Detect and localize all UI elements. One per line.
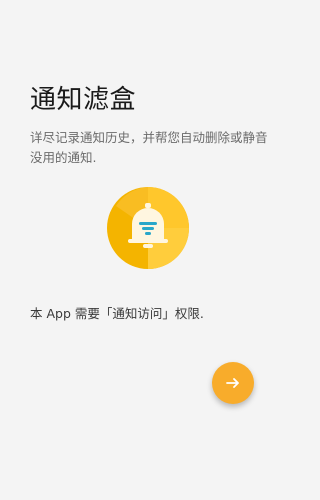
arrow-right-icon [226,378,239,388]
app-description: 详尽记录通知历史，并帮您自动删除或静音没用的通知. [30,130,268,165]
permission-note: 本 App 需要「通知访问」权限. [30,306,204,321]
next-button[interactable] [212,362,254,404]
app-logo [106,186,190,270]
page-title: 通知滤盒 [30,85,137,115]
bell-filter-icon [107,187,189,269]
onboarding-screen: 通知滤盒 详尽记录通知历史，并帮您自动删除或静音没用的通知. 本 App 需要「… [0,0,300,500]
